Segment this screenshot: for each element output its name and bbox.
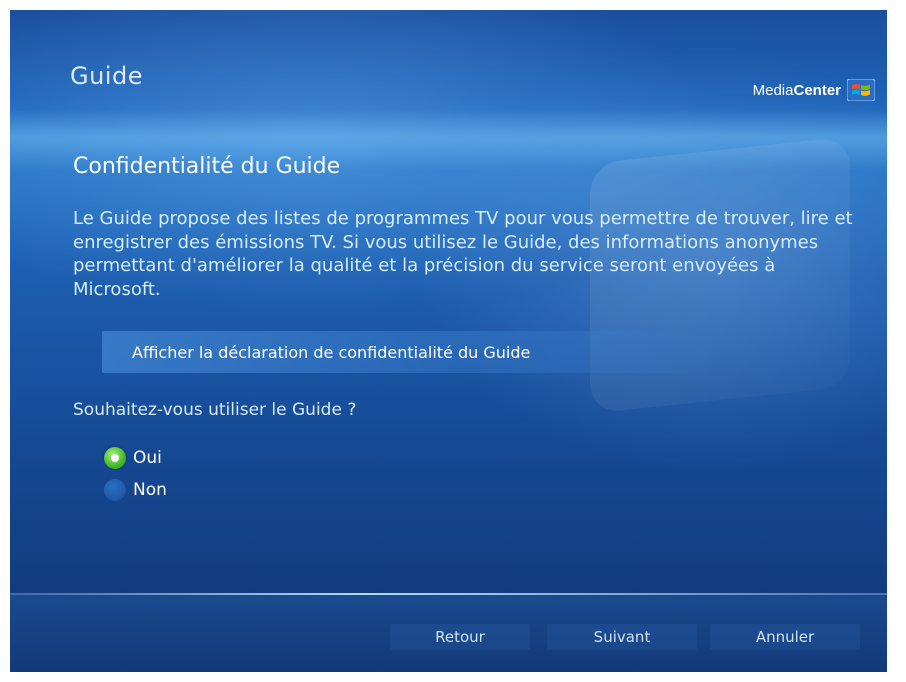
description-text: Le Guide propose des listes de programme… [73,208,853,300]
radio-selected-icon[interactable] [104,447,126,469]
section-title: Guide [70,62,143,90]
media-center-logo: MediaCenter [753,79,875,101]
back-button[interactable]: Retour [390,624,530,650]
radio-option-oui[interactable]: Oui [104,447,162,469]
radio-option-non[interactable]: Non [104,479,167,501]
privacy-statement-label: Afficher la déclaration de confidentiali… [132,342,531,362]
radio-label-oui: Oui [133,448,162,468]
next-button[interactable]: Suivant [547,624,697,650]
question-label: Souhaitez-vous utiliser le Guide ? [73,400,357,420]
windows-flag-icon [847,79,875,101]
privacy-statement-button[interactable]: Afficher la déclaration de confidentiali… [102,331,712,373]
radio-unselected-icon[interactable] [104,479,126,501]
media-center-window: Guide MediaCenter Confidentialité du Gui… [10,10,887,672]
page-title: Confidentialité du Guide [73,154,341,179]
footer-divider [10,593,887,595]
cancel-button[interactable]: Annuler [710,624,860,650]
radio-label-non: Non [133,480,167,500]
logo-text: MediaCenter [752,81,841,99]
